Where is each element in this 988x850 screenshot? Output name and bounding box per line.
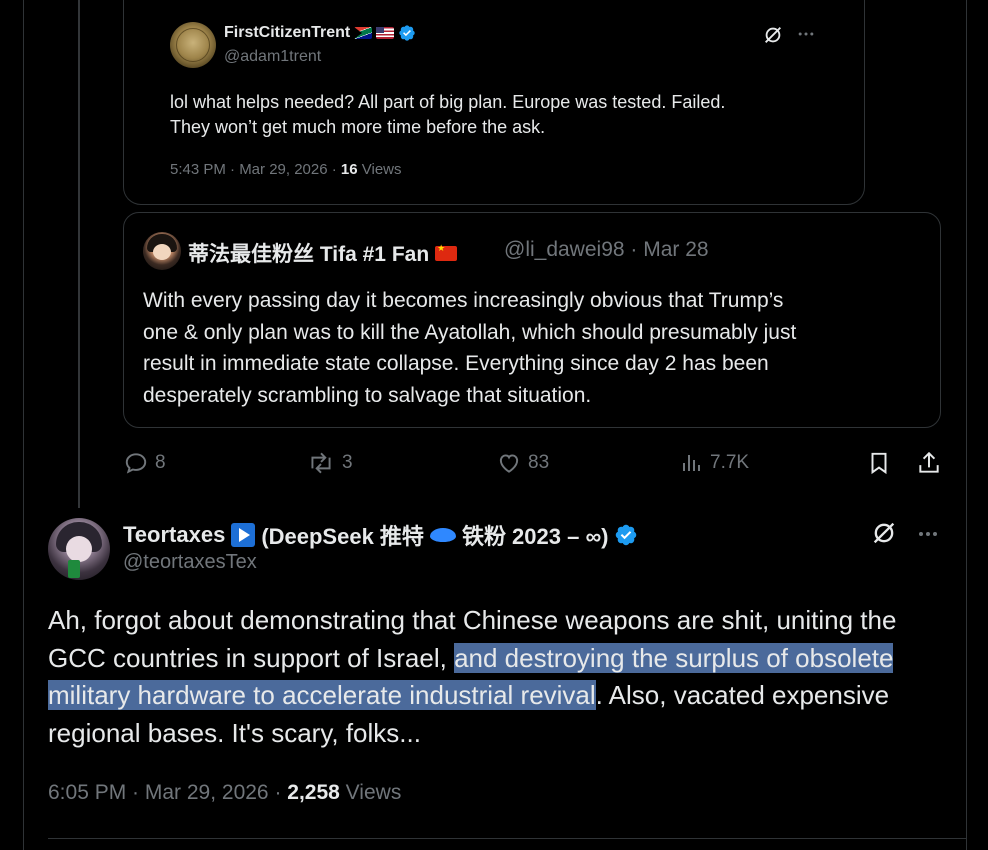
play-button-icon: [231, 523, 256, 547]
nested-quote-meta: 5:43 PM · Mar 29, 2026 · 16 Views: [170, 161, 402, 178]
main-tweet-views-count: 2,258: [287, 781, 340, 804]
like-icon: [499, 454, 519, 473]
main-tweet-avatar[interactable]: [48, 518, 110, 580]
bookmark-icon: [871, 452, 887, 475]
repost-count: 3: [342, 452, 353, 473]
reply-button[interactable]: 8: [123, 450, 166, 476]
grok-icon[interactable]: [762, 24, 784, 46]
reply-count: 8: [155, 452, 166, 473]
divider: [48, 838, 966, 839]
views-count: 7.7K: [710, 452, 750, 473]
south-africa-flag-icon: [354, 27, 373, 39]
main-tweet-author-name[interactable]: Teortaxes: [123, 522, 225, 548]
more-icon[interactable]: [916, 522, 940, 546]
quoted-tweet-avatar[interactable]: [143, 232, 181, 270]
nested-quote-avatar[interactable]: [170, 22, 216, 68]
nested-quote-handle[interactable]: @adam1trent: [224, 48, 321, 66]
nested-quote-author-name[interactable]: FirstCitizenTrent: [224, 24, 350, 42]
nested-quote-time[interactable]: 5:43 PM · Mar 29, 2026 ·: [170, 161, 341, 178]
verified-badge-icon: [616, 524, 637, 546]
reply-icon: [125, 453, 147, 474]
quoted-tweet-handle-date[interactable]: @li_dawei98 · Mar 28: [504, 238, 709, 262]
quoted-tweet-text-line: With every passing day it becomes increa…: [143, 289, 784, 312]
nested-quote-text-line: They won’t get much more time before the…: [170, 117, 546, 137]
quoted-tweet-author[interactable]: 蒂法最佳粉丝 Tifa #1 Fan: [188, 238, 458, 268]
main-tweet-meta: 6:05 PM · Mar 29, 2026 · 2,258 Views: [48, 781, 401, 805]
nested-quote-views-count: 16: [340, 161, 358, 178]
views-button[interactable]: 7.7K: [680, 450, 749, 476]
column-border-right: [966, 0, 967, 850]
nested-quote-author[interactable]: FirstCitizenTrent: [224, 24, 416, 42]
quoted-tweet-text: With every passing day it becomes increa…: [143, 285, 933, 411]
column-border-left: [23, 0, 24, 850]
us-flag-icon: [376, 27, 395, 39]
main-tweet-handle[interactable]: @teortaxesTex: [123, 551, 257, 574]
like-button[interactable]: 83: [496, 450, 549, 476]
quoted-tweet-text-line: desperately scrambling to salvage that s…: [143, 383, 592, 407]
thread-connector-line: [78, 0, 80, 508]
china-flag-icon: [435, 243, 458, 261]
main-tweet-text: Ah, forgot about demonstrating that Chin…: [48, 602, 948, 752]
repost-icon: [311, 452, 331, 474]
nested-quote-views-label: Views: [357, 161, 402, 178]
quoted-tweet-text-line: result in immediate state collapse. Ever…: [143, 352, 769, 375]
share-button[interactable]: [916, 450, 942, 476]
nested-quote-text: lol what helps needed? All part of big p…: [170, 90, 850, 140]
verified-badge-icon: [399, 25, 415, 41]
main-tweet-author[interactable]: Teortaxes (DeepSeek 推特 铁粉 2023 – ∞): [123, 519, 638, 551]
bookmark-button[interactable]: [866, 450, 892, 476]
quoted-tweet-text-line: one & only plan was to kill the Ayatolla…: [143, 320, 797, 344]
whale-icon: [429, 528, 456, 542]
main-tweet-time[interactable]: 6:05 PM · Mar 29, 2026 ·: [48, 781, 287, 804]
main-tweet-views-label: Views: [339, 781, 402, 804]
main-tweet-author-name-suffix: 铁粉 2023 – ∞): [461, 524, 609, 549]
grok-icon[interactable]: [870, 519, 898, 547]
like-count: 83: [528, 452, 550, 473]
nested-quote-text-line: lol what helps needed? All part of big p…: [170, 92, 726, 112]
repost-button[interactable]: 3: [306, 450, 353, 476]
main-tweet-author-name-suffix: (DeepSeek 推特: [261, 524, 424, 549]
quoted-tweet-author-name[interactable]: 蒂法最佳粉丝 Tifa #1 Fan: [188, 238, 429, 268]
more-icon[interactable]: [796, 24, 816, 44]
views-icon: [683, 455, 700, 471]
share-icon: [919, 451, 939, 473]
